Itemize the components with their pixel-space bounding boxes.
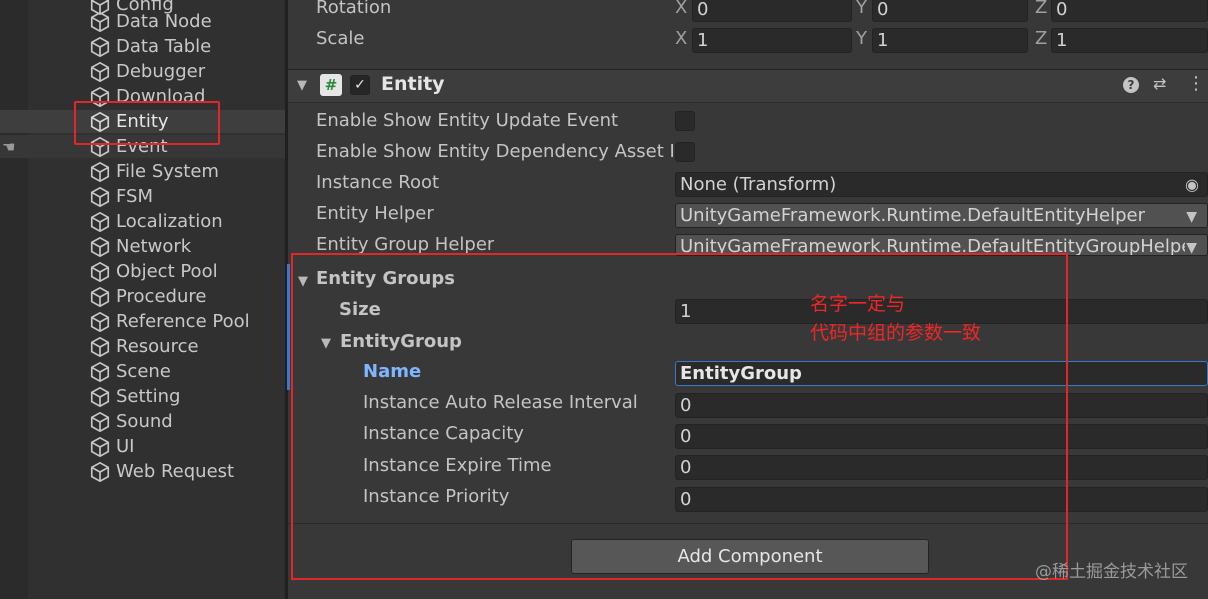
selection-accent-bar xyxy=(287,264,290,390)
instance-root-label: Instance Root xyxy=(316,172,440,193)
hierarchy-gutter xyxy=(0,0,28,599)
rotation-x-axis[interactable]: X xyxy=(675,0,687,18)
update-event-label: Enable Show Entity Update Event xyxy=(316,110,619,131)
rotation-z-axis[interactable]: Z xyxy=(1035,0,1047,18)
hierarchy-item-localization[interactable]: Localization xyxy=(89,209,223,234)
entity-helper-value: UnityGameFramework.Runtime.DefaultEntity… xyxy=(680,205,1145,226)
gameobject-icon xyxy=(90,161,110,182)
hierarchy-item-ui[interactable]: UI xyxy=(89,434,134,459)
chevron-down-icon: ▼ xyxy=(1186,209,1197,225)
hierarchy-item-reference-pool[interactable]: Reference Pool xyxy=(89,309,250,334)
annotation-line-2: 代码中组的参数一致 xyxy=(810,322,982,344)
rotation-label: Rotation xyxy=(316,0,392,18)
dependency-label: Enable Show Entity Dependency Asset E xyxy=(316,141,673,162)
component-title: Entity xyxy=(381,73,445,95)
help-icon[interactable]: ? xyxy=(1123,77,1139,93)
hand-icon: ☚ xyxy=(2,138,16,156)
gameobject-icon xyxy=(90,186,110,207)
hierarchy-item-object-pool[interactable]: Object Pool xyxy=(89,259,218,284)
gameobject-icon xyxy=(90,386,110,407)
scale-label: Scale xyxy=(316,28,365,49)
gameobject-icon xyxy=(90,11,110,32)
watermark: @稀土掘金技术社区 xyxy=(1035,562,1188,582)
chevron-down-icon: ▼ xyxy=(1186,240,1197,256)
hierarchy-item-scene[interactable]: Scene xyxy=(89,359,171,384)
instance-root-field[interactable]: None (Transform) ◉ xyxy=(675,172,1208,197)
collapse-triangle-icon[interactable]: ▼ xyxy=(297,78,307,93)
scale-y-axis[interactable]: Y xyxy=(856,28,867,49)
gameobject-icon xyxy=(90,436,110,457)
gameobject-icon xyxy=(90,61,110,82)
hierarchy-panel: ☚ Config Data Node Data Table Debugger D… xyxy=(0,0,285,599)
instance-root-value: None (Transform) xyxy=(680,174,837,195)
hierarchy-item-web-request[interactable]: Web Request xyxy=(89,459,234,484)
hierarchy-item-network[interactable]: Network xyxy=(89,234,191,259)
hierarchy-item-setting[interactable]: Setting xyxy=(89,384,180,409)
hierarchy-item-data-node[interactable]: Data Node xyxy=(89,9,212,34)
gameobject-icon xyxy=(90,236,110,257)
scale-y-field[interactable]: 1 xyxy=(872,28,1028,53)
update-event-checkbox[interactable] xyxy=(675,111,695,131)
hierarchy-item-file-system[interactable]: File System xyxy=(89,159,219,184)
hierarchy-item-resource[interactable]: Resource xyxy=(89,334,199,359)
context-menu-icon[interactable]: ⋮ xyxy=(1187,73,1205,94)
entity-groups-highlight-box xyxy=(291,253,1068,580)
gameobject-icon xyxy=(90,261,110,282)
annotation-line-1: 名字一定与 xyxy=(810,293,906,315)
hierarchy-item-sound[interactable]: Sound xyxy=(89,409,173,434)
scale-z-field[interactable]: 1 xyxy=(1051,28,1208,53)
script-icon: # xyxy=(320,74,342,96)
hierarchy-item-fsm[interactable]: FSM xyxy=(89,184,153,209)
component-enabled-checkbox[interactable]: ✓ xyxy=(350,75,370,95)
rotation-z-field[interactable]: 0 xyxy=(1051,0,1208,22)
gameobject-icon xyxy=(90,36,110,57)
gameobject-icon xyxy=(90,311,110,332)
group-helper-label: Entity Group Helper xyxy=(316,234,495,254)
gameobject-icon xyxy=(90,461,110,482)
entity-helper-dropdown[interactable]: UnityGameFramework.Runtime.DefaultEntity… xyxy=(675,203,1208,228)
hierarchy-item-procedure[interactable]: Procedure xyxy=(89,284,206,309)
gameobject-icon xyxy=(90,361,110,382)
scale-z-axis[interactable]: Z xyxy=(1035,28,1047,49)
rotation-y-axis[interactable]: Y xyxy=(856,0,867,18)
entity-highlight-box xyxy=(74,101,220,145)
hierarchy-item-debugger[interactable]: Debugger xyxy=(89,59,205,84)
rotation-y-field[interactable]: 0 xyxy=(872,0,1028,22)
rotation-x-field[interactable]: 0 xyxy=(692,0,852,22)
gameobject-icon xyxy=(90,211,110,232)
scale-x-field[interactable]: 1 xyxy=(692,28,852,53)
gameobject-icon xyxy=(90,286,110,307)
scale-x-axis[interactable]: X xyxy=(675,28,687,49)
dependency-checkbox[interactable] xyxy=(675,142,695,162)
gameobject-icon xyxy=(90,336,110,357)
gameobject-icon xyxy=(90,411,110,432)
entity-helper-label: Entity Helper xyxy=(316,203,434,224)
hierarchy-item-data-table[interactable]: Data Table xyxy=(89,34,211,59)
presets-icon[interactable]: ⇄ xyxy=(1153,74,1166,93)
object-picker-icon[interactable]: ◉ xyxy=(1185,173,1199,196)
